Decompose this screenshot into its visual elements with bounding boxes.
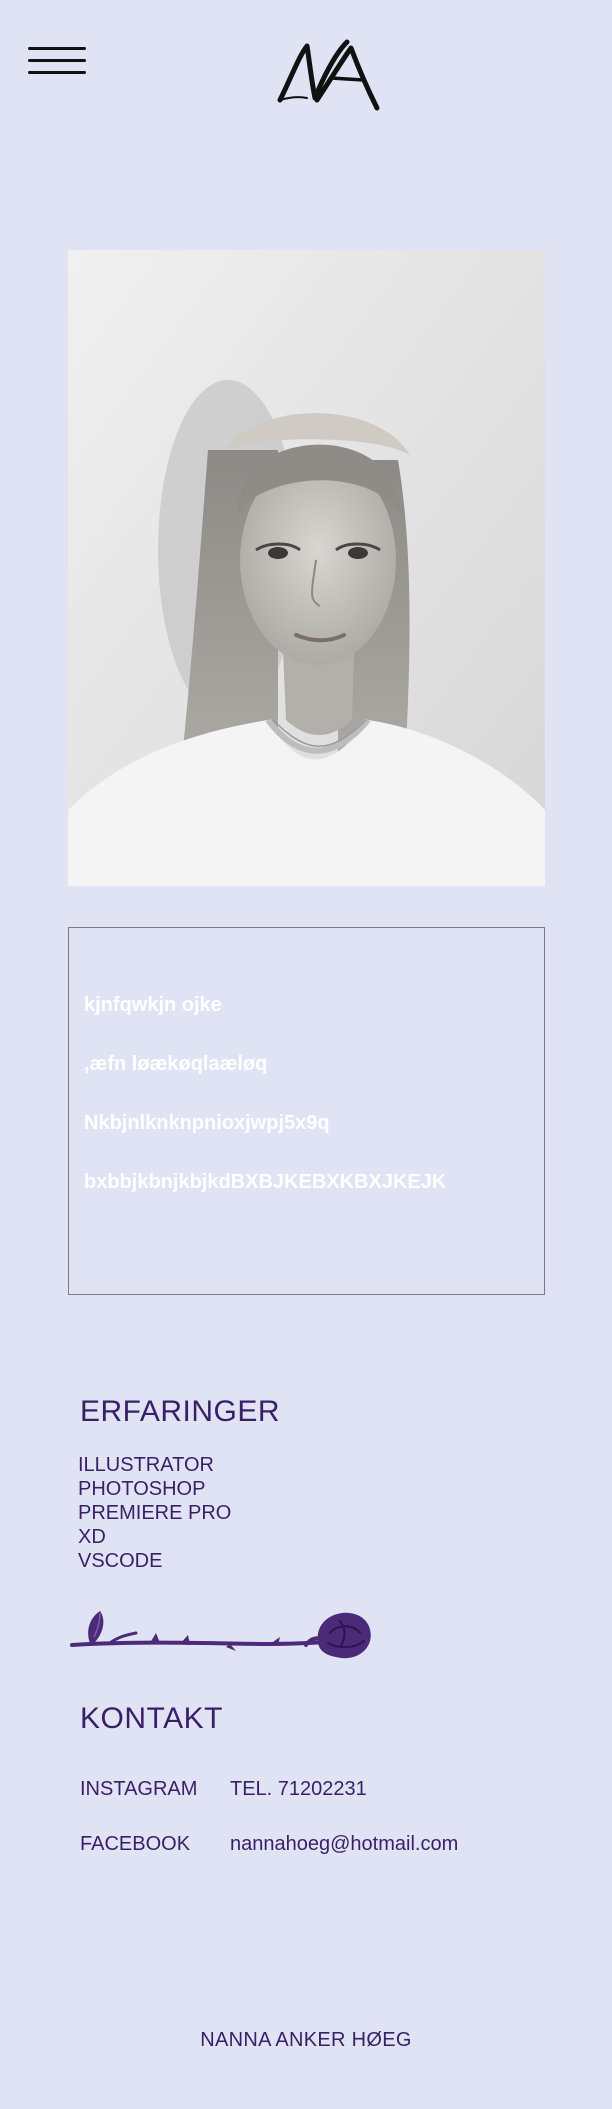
na-monogram-logo[interactable] xyxy=(277,38,381,116)
intro-line: bxbbjkbnjkbjkdBXBJKEBXKBXJKEJK xyxy=(84,1171,447,1193)
skill-item: ILLUSTRATOR xyxy=(78,1454,214,1476)
email-link[interactable]: nannahoeg@hotmail.com xyxy=(230,1833,458,1856)
contact-title: KONTAKT xyxy=(80,1702,223,1735)
phone-number[interactable]: TEL. 71202231 xyxy=(230,1778,367,1801)
skill-item: XD xyxy=(78,1526,106,1548)
skill-item: PHOTOSHOP xyxy=(78,1478,206,1500)
intro-line: kjnfqwkjn ojke xyxy=(84,994,222,1016)
intro-text-box: kjnfqwkjn ojke ,æfn løækøqlaæløq Nkbjnlk… xyxy=(68,927,545,1295)
rose-divider-illustration xyxy=(70,1611,371,1659)
skill-item: PREMIERE PRO xyxy=(78,1502,232,1524)
skills-list: ILLUSTRATOR PHOTOSHOP PREMIERE PRO XD VS… xyxy=(78,1453,231,1573)
portrait-photo xyxy=(68,250,545,886)
hamburger-menu-icon[interactable] xyxy=(28,47,86,79)
experience-title: ERFARINGER xyxy=(80,1395,281,1428)
intro-line: Nkbjnlknknpnioxjwpj5x9q xyxy=(84,1112,330,1134)
intro-line: ,æfn løækøqlaæløq xyxy=(84,1053,268,1075)
footer-name: NANNA ANKER HØEG xyxy=(200,2029,412,2051)
facebook-link[interactable]: FACEBOOK xyxy=(80,1833,190,1856)
skill-item: VSCODE xyxy=(78,1550,163,1572)
portrait-illustration xyxy=(68,250,545,886)
instagram-link[interactable]: INSTAGRAM xyxy=(80,1778,197,1801)
